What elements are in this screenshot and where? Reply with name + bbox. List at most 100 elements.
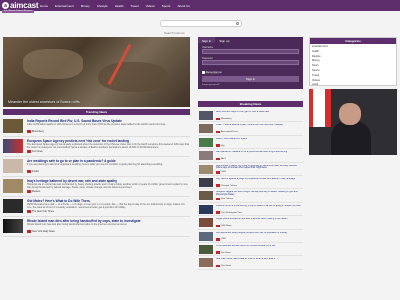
- article-thumbnail[interactable]: [3, 119, 23, 133]
- nav-sports[interactable]: Sports: [162, 4, 171, 8]
- source-logo-icon: [216, 157, 220, 161]
- article-title[interactable]: New Delhi Bihar has a case for trial for…: [216, 258, 302, 264]
- search-icon[interactable]: [236, 22, 239, 25]
- nav-health[interactable]: Health: [115, 4, 124, 8]
- article-title[interactable]: Watch: Live Boardroom Sports: [216, 138, 302, 144]
- article-thumbnail[interactable]: [3, 159, 23, 173]
- source-name: New York Daily News: [32, 230, 55, 233]
- breaking-item[interactable]: Pennsylvania's newly eligible jumped ove…: [198, 230, 303, 243]
- article-thumbnail[interactable]: [199, 244, 213, 254]
- article-title[interactable]: Man wanted in Oakland to 'hit a police w…: [216, 151, 302, 157]
- article-thumbnail[interactable]: [3, 199, 23, 213]
- trending-item[interactable]: European Space Agency predicts next 'ris…: [3, 137, 190, 157]
- tab-signin[interactable]: Sign in: [198, 37, 216, 43]
- article-thumbnail[interactable]: [199, 124, 213, 134]
- article-thumbnail[interactable]: [199, 191, 213, 201]
- search-input[interactable]: [161, 30, 231, 36]
- source-logo-icon: [216, 184, 220, 188]
- categories-panel: Categories entertainment health lifestyl…: [309, 37, 397, 86]
- nav-lifestyle[interactable]: Lifestyle: [97, 4, 108, 8]
- trending-item[interactable]: Iraq's heritage battered by desert war, …: [3, 177, 190, 197]
- source-logo-icon: [27, 210, 31, 213]
- nav-videos[interactable]: Videos: [146, 4, 155, 8]
- trending-item[interactable]: India Reports Record Bird Flu; U.S. Soun…: [3, 117, 190, 137]
- article-title[interactable]: Vegas police arrested a man after a woma…: [216, 218, 302, 224]
- nav-about[interactable]: About Us: [177, 4, 189, 8]
- username-field[interactable]: [202, 49, 299, 64]
- article-thumbnail[interactable]: [199, 204, 213, 214]
- video-ad-image[interactable]: [309, 89, 397, 155]
- signin-button[interactable]: Sign in: [202, 76, 299, 82]
- source-logo-icon: [216, 238, 220, 241]
- breaking-item[interactable]: New Delhi Bihar has a case for trial for…: [198, 256, 303, 270]
- breaking-item[interactable]: Man wanted in Oakland to 'hit a police w…: [198, 149, 303, 163]
- nav-travel[interactable]: Travel: [130, 4, 138, 8]
- trending-item[interactable]: Rhode Island man dies after being handcu…: [3, 217, 190, 237]
- article-thumbnail[interactable]: [3, 179, 23, 193]
- source-name: The Washington Post: [221, 211, 242, 214]
- nav-money[interactable]: Money: [81, 4, 90, 8]
- flag-stripe: [313, 89, 325, 127]
- article-thumbnail[interactable]: [199, 258, 213, 268]
- breaking-item[interactable]: Vegas police arrested a man after a woma…: [198, 216, 303, 230]
- article-thumbnail[interactable]: [199, 164, 213, 174]
- source-logo-icon: [27, 150, 31, 153]
- forgot-password-link[interactable]: Forgot password?: [202, 84, 220, 86]
- article-title[interactable]: Video: 'I had to believe myself' Clinton…: [216, 124, 302, 130]
- article-thumbnail[interactable]: [199, 177, 213, 187]
- search-box[interactable]: [160, 20, 242, 36]
- breaking-item[interactable]: Watch: Live Boardroom Sports Sky: [198, 136, 303, 150]
- source-name: Star Tribune: [221, 198, 233, 201]
- breaking-item[interactable]: Video: 'I had to believe myself' Clinton…: [198, 122, 303, 136]
- password-field[interactable]: [202, 60, 299, 75]
- source-logo-icon: [27, 230, 31, 233]
- source-logo-icon: [216, 197, 220, 201]
- article-title[interactable]: Jury returns against a judge of prejudic…: [216, 178, 302, 184]
- trending-list: India Reports Record Bird Flu; U.S. Soun…: [3, 117, 190, 237]
- remember-checkbox[interactable]: [202, 71, 205, 74]
- source-logo-icon: [216, 264, 220, 268]
- breaking-item[interactable]: A 100-year-old woman drives 10 minutes o…: [198, 243, 303, 257]
- tab-signup[interactable]: Sign up: [215, 37, 233, 43]
- article-source: Insider: [27, 170, 39, 173]
- breaking-item[interactable]: Boris Johnson says UK will 'get on' with…: [198, 109, 303, 123]
- category-link[interactable]: world: [312, 83, 394, 88]
- main-nav: Home Entertainment Money Lifestyle Healt…: [40, 0, 190, 11]
- trending-item[interactable]: Got Males? Here's What to Do With Them. …: [3, 197, 190, 217]
- hero-rock-shape: [23, 49, 83, 79]
- hero-image[interactable]: Meander the oldest ancestors of Boston c…: [3, 37, 190, 107]
- source-logo-icon: [216, 117, 220, 121]
- source-name: Associated Press: [221, 131, 238, 134]
- article-title[interactable]: A police officer is in something, a cop …: [216, 205, 302, 211]
- remember-me[interactable]: Remember me: [202, 71, 222, 74]
- article-source: Sky: [216, 144, 225, 147]
- breaking-item[interactable]: Suspects tagged fish and brought Sunday …: [198, 189, 303, 203]
- article-description: PENN Revealed as a dad — or a friend — t…: [27, 203, 185, 209]
- breaking-item[interactable]: Jury returns against a judge of prejudic…: [198, 176, 303, 190]
- trending-item[interactable]: Are weddings safe to go to or plan in a …: [3, 157, 190, 177]
- article-title[interactable]: Alfa Romeo: Pradise trip of life 'is lin…: [216, 165, 302, 171]
- nav-entertainment[interactable]: Entertainment: [55, 4, 74, 8]
- signin-tabs: Sign in Sign up: [198, 37, 303, 43]
- article-thumbnail[interactable]: [199, 231, 213, 241]
- nav-home[interactable]: Home: [40, 4, 48, 8]
- article-thumbnail[interactable]: [199, 151, 213, 161]
- article-description: If you are planning to attend or organis…: [27, 163, 163, 166]
- article-thumbnail[interactable]: [199, 111, 213, 120]
- person-head-shape: [339, 103, 361, 125]
- article-title[interactable]: Boris Johnson says UK will 'get on' with…: [216, 111, 302, 117]
- article-source: The Washington Post: [216, 211, 242, 214]
- breaking-item[interactable]: A police officer is in something, a cop …: [198, 203, 303, 217]
- breaking-item[interactable]: Alfa Romeo: Pradise trip of life 'is lin…: [198, 163, 303, 176]
- article-title[interactable]: Suspects tagged fish and brought Sunday …: [216, 191, 302, 197]
- article-source: Reuters: [27, 190, 40, 193]
- article-thumbnail[interactable]: [199, 137, 213, 147]
- article-title[interactable]: Pennsylvania's newly eligible jumped ove…: [216, 232, 302, 238]
- remember-label: Remember me: [206, 71, 222, 74]
- hero-caption[interactable]: Meander the oldest ancestors of Boston c…: [8, 100, 80, 104]
- breaking-list: Boris Johnson says UK will 'get on' with…: [198, 109, 303, 270]
- article-title[interactable]: A 100-year-old woman drives 10 minutes o…: [216, 245, 302, 251]
- article-thumbnail[interactable]: [3, 139, 23, 153]
- article-thumbnail[interactable]: [199, 218, 213, 228]
- article-thumbnail[interactable]: [3, 219, 23, 233]
